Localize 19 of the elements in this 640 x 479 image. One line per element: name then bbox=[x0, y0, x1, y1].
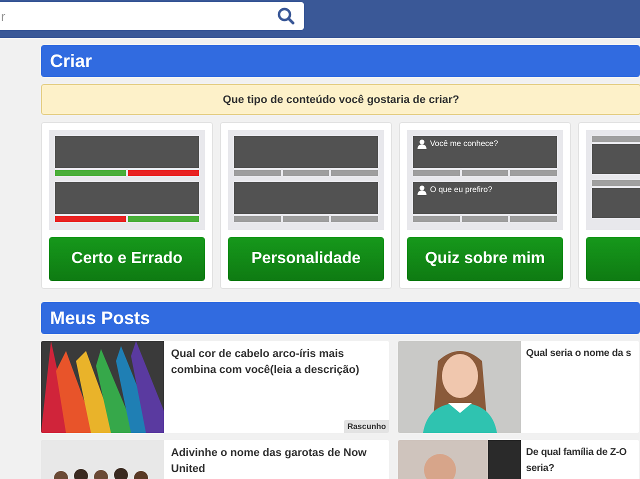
draft-badge: Rascunho bbox=[344, 420, 389, 433]
search-icon[interactable] bbox=[277, 7, 295, 25]
create-button[interactable]: Quiz sobre mim bbox=[407, 237, 563, 281]
post-title[interactable]: Qual seria o nome da s bbox=[521, 341, 634, 362]
section-header: Meus Posts bbox=[41, 302, 640, 334]
create-button[interactable]: Personalidade bbox=[228, 237, 384, 281]
post-card[interactable]: Qual seria o nome da s bbox=[398, 341, 639, 433]
create-button[interactable]: Certo e Errado bbox=[49, 237, 205, 281]
post-title[interactable]: De qual família de Z-O seria? bbox=[521, 440, 639, 477]
preview-drawing: Você me conhece? O que eu prefiro? bbox=[407, 130, 563, 230]
post-card[interactable]: Qual cor de cabelo arco-íris mais combina com você(leia a descrição) Rascunho bbox=[41, 341, 389, 433]
search-field[interactable]: r bbox=[0, 2, 304, 30]
post-title[interactable]: Adivinhe o nome das garotas de Now United bbox=[164, 440, 389, 477]
post-title[interactable]: Qual cor de cabelo arco-íris mais combina com você(leia a descrição) bbox=[164, 341, 389, 378]
section-header: Criar bbox=[41, 45, 640, 77]
search-input[interactable]: r bbox=[0, 8, 277, 24]
post-card[interactable]: Adivinhe o nome das garotas de Now United bbox=[41, 440, 389, 479]
notice-bar: Que tipo de conteúdo você gostaria de criar? bbox=[41, 84, 640, 115]
post-card[interactable]: De qual família de Z-O seria? bbox=[398, 440, 639, 479]
